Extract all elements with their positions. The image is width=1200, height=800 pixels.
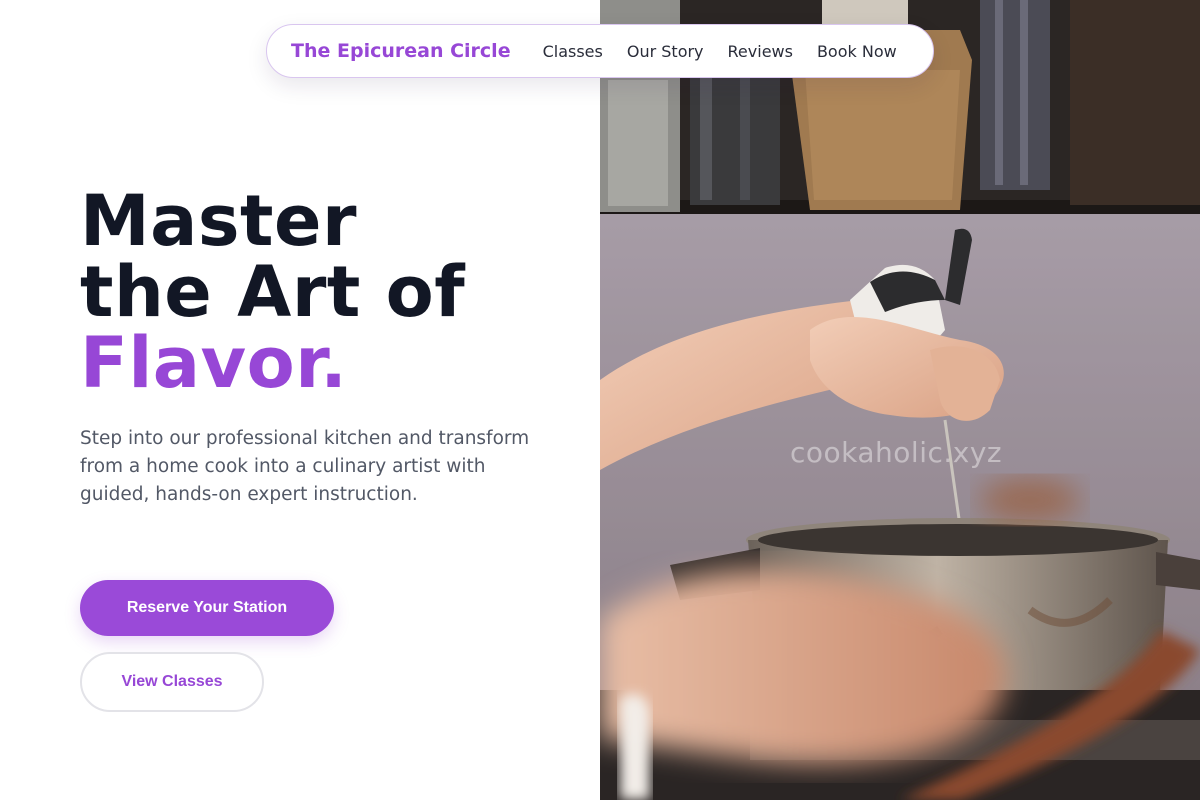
headline-line-1: Master: [80, 180, 358, 262]
nav-links: Classes Our Story Reviews Book Now: [543, 42, 897, 61]
headline-accent: Flavor.: [80, 322, 348, 404]
top-navigation: The Epicurean Circle Classes Our Story R…: [266, 24, 934, 78]
brand-logo-text[interactable]: The Epicurean Circle: [291, 40, 511, 62]
nav-link-our-story[interactable]: Our Story: [627, 42, 704, 61]
hero-section: Master the Art of Flavor. Step into our …: [80, 186, 560, 509]
watermark-text: cookaholic.xyz: [790, 436, 1003, 469]
nav-link-book-now[interactable]: Book Now: [817, 42, 897, 61]
nav-link-classes[interactable]: Classes: [543, 42, 603, 61]
landing-page: cookaholic.xyz The Epicurean Circle Clas…: [0, 0, 1200, 800]
reserve-station-button[interactable]: Reserve Your Station: [80, 580, 334, 636]
hero-photo: cookaholic.xyz: [600, 0, 1200, 800]
cooking-hands-image: [600, 0, 1200, 800]
nav-link-reviews[interactable]: Reviews: [728, 42, 793, 61]
hero-description: Step into our professional kitchen and t…: [80, 428, 530, 505]
view-classes-button[interactable]: View Classes: [80, 652, 264, 712]
headline-line-2: the Art of: [80, 251, 466, 333]
hero-headline: Master the Art of Flavor.: [80, 186, 560, 399]
